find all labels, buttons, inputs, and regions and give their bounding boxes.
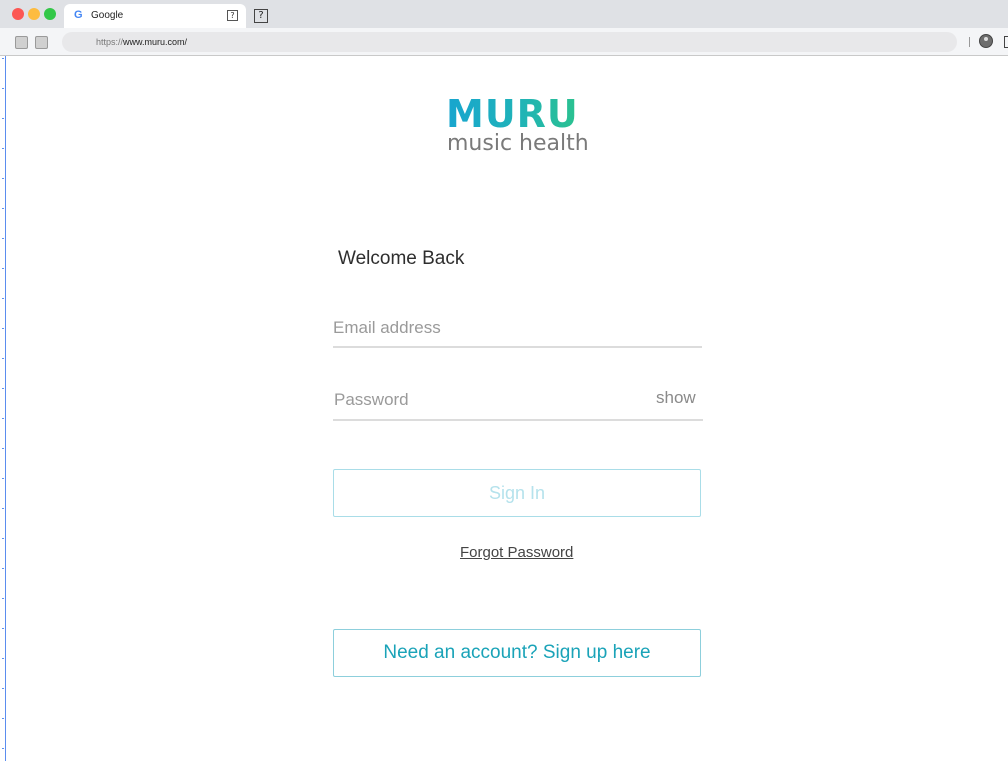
- password-field-underline: [333, 419, 703, 421]
- url-text: https://www.muru.com/: [96, 37, 187, 47]
- password-field[interactable]: Password: [334, 390, 409, 410]
- google-favicon-icon: G: [74, 9, 83, 21]
- url-input[interactable]: https://www.muru.com/: [62, 32, 957, 52]
- sign-up-button[interactable]: Need an account? Sign up here: [333, 629, 701, 677]
- url-host: www.muru.com/: [123, 37, 188, 47]
- close-window-button[interactable]: [12, 8, 24, 20]
- forgot-password-link[interactable]: Forgot Password: [460, 544, 573, 561]
- minimize-window-button[interactable]: [28, 8, 40, 20]
- extension-icon[interactable]: [1004, 36, 1008, 48]
- logo-tagline: music health: [447, 131, 589, 156]
- email-field[interactable]: Email address: [333, 318, 441, 338]
- maximize-window-button[interactable]: [44, 8, 56, 20]
- profile-avatar-icon[interactable]: [979, 34, 993, 48]
- show-password-toggle[interactable]: show: [656, 388, 696, 408]
- toolbar-divider: [969, 37, 970, 47]
- browser-tab[interactable]: G Google ?: [64, 4, 246, 28]
- tab-title: Google: [91, 10, 124, 21]
- left-ruler: [0, 0, 6, 761]
- welcome-heading: Welcome Back: [338, 248, 465, 269]
- sign-in-button[interactable]: Sign In: [333, 469, 701, 517]
- question-square-icon[interactable]: ?: [227, 10, 238, 21]
- browser-tab-bar: G Google ? ?: [0, 0, 1008, 28]
- forward-button[interactable]: [35, 36, 48, 49]
- back-button[interactable]: [15, 36, 28, 49]
- email-field-underline: [333, 346, 702, 348]
- new-tab-icon[interactable]: ?: [254, 9, 268, 23]
- browser-address-bar: https://www.muru.com/: [0, 28, 1008, 56]
- url-scheme: https://: [96, 37, 124, 47]
- muru-logo: MURU: [446, 92, 579, 136]
